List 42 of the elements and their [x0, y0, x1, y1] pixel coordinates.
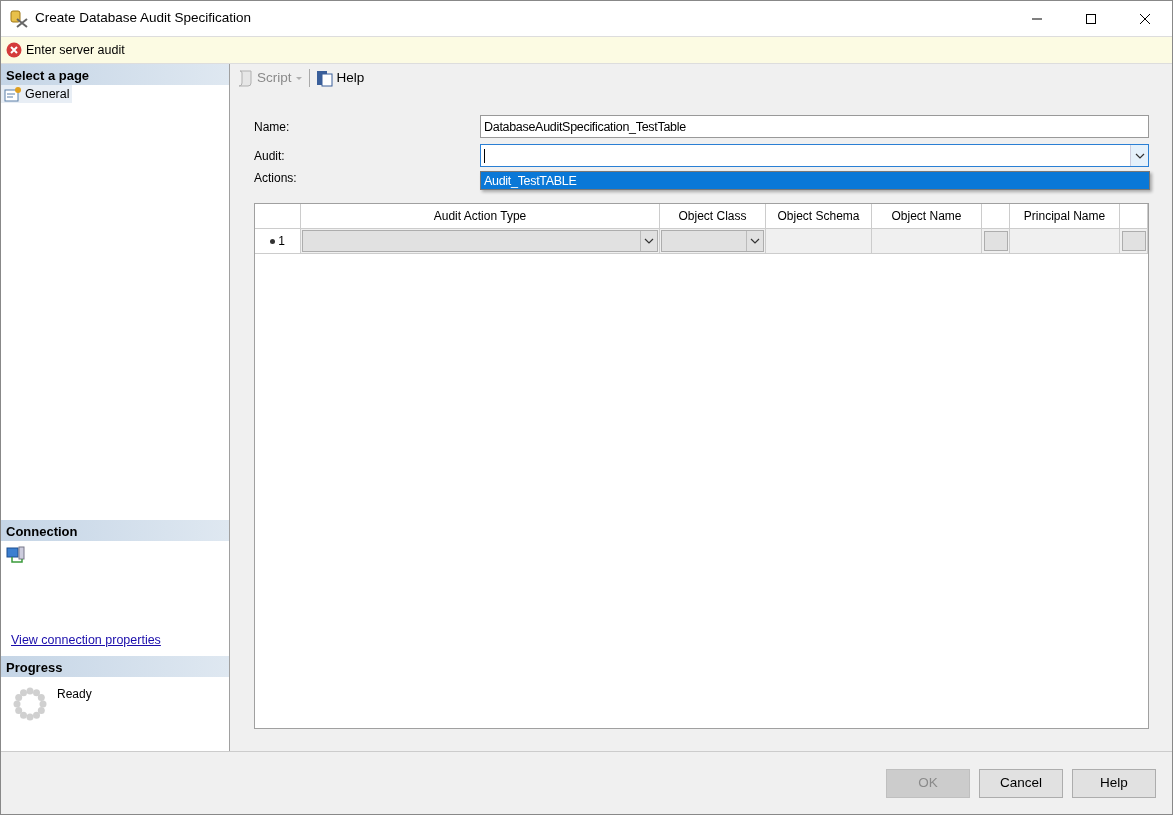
page-item[interactable]: General [1, 85, 73, 103]
column-header: Principal Name [1010, 204, 1120, 229]
server-connection-icon [6, 545, 26, 564]
section-header: Progress [1, 656, 229, 677]
error-icon [6, 42, 22, 58]
close-icon [1139, 12, 1151, 25]
app-icon [9, 8, 29, 29]
column-header: Object Name [872, 204, 982, 229]
combo-box-cell[interactable] [302, 230, 658, 252]
ellipsis-button[interactable] [983, 231, 1008, 251]
field-label: Name: [254, 118, 291, 136]
progress-spinner-icon [11, 685, 49, 723]
column-header: Object Schema [766, 204, 872, 229]
dropdown-option[interactable]: Audit_TestTABLE [481, 172, 1149, 189]
maximize-icon [1085, 12, 1097, 25]
dropdown-arrow-icon [294, 75, 303, 81]
view-connection-properties-link[interactable]: View connection properties [11, 631, 161, 650]
message-text: Enter server audit [26, 41, 125, 59]
column-header: Object Class [660, 204, 766, 229]
section-header: Connection [1, 520, 229, 541]
text-cell[interactable] [766, 229, 872, 254]
progress-status: Ready [57, 686, 92, 703]
name-field[interactable]: DatabaseAuditSpecification_TestTable [480, 115, 1149, 138]
section-header: Select a page [1, 64, 229, 85]
help-button[interactable]: Help [313, 67, 367, 89]
scroll-icon [236, 69, 254, 87]
audit-combo-box[interactable] [480, 144, 1149, 167]
text-cell[interactable] [1010, 229, 1120, 254]
page-settings-icon [4, 86, 22, 102]
column-header: Audit Action Type [301, 204, 660, 229]
window-title: Create Database Audit Specification [35, 9, 253, 28]
text-cell[interactable] [872, 229, 982, 254]
row-header: 1 [255, 229, 301, 254]
new-row-icon [270, 238, 276, 244]
combo-box-cell[interactable] [661, 230, 764, 252]
field-label: Audit: [254, 147, 286, 165]
dialog-button[interactable]: Cancel [979, 768, 1063, 798]
ellipsis-button[interactable] [1121, 231, 1146, 251]
dialog-button[interactable]: Help [1072, 768, 1156, 798]
document-icon [315, 69, 334, 87]
field-label: Actions: [254, 170, 298, 187]
dropdown-button[interactable] [1130, 145, 1148, 166]
